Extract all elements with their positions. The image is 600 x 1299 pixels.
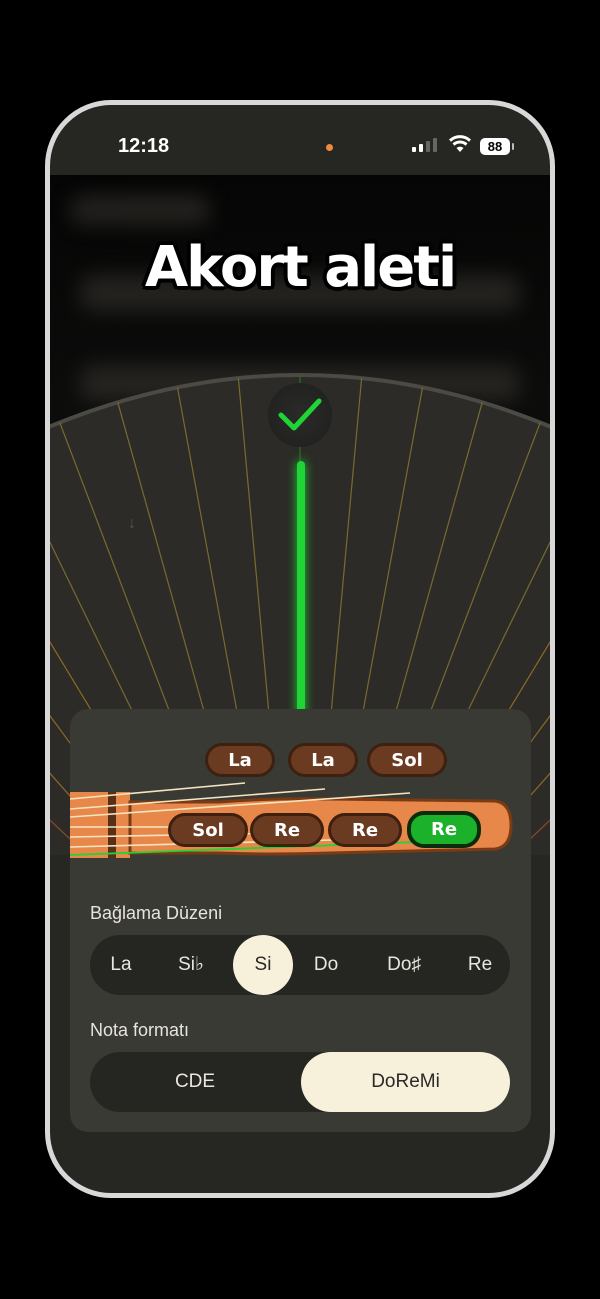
status-time: 12:18 — [118, 135, 170, 157]
cellular-signal-icon — [412, 138, 437, 152]
note-format-option-cde[interactable]: CDE — [90, 1052, 300, 1112]
arrow-down-icon: ↓ — [128, 515, 136, 532]
tuning-option-si-flat[interactable]: Si♭ — [160, 935, 222, 995]
peg-top-1[interactable]: La — [205, 743, 275, 777]
battery-indicator: 88 — [480, 138, 514, 155]
checkmark-icon — [278, 398, 322, 431]
peg-bottom-1[interactable]: Sol — [168, 813, 248, 847]
tuning-selector: La Si♭ Si Do Do♯ Re — [90, 935, 510, 995]
peg-top-2[interactable]: La — [288, 743, 358, 777]
tuner-needle — [297, 461, 305, 717]
tuning-label: Bağlama Düzeni — [90, 903, 223, 923]
tuning-option-la[interactable]: La — [90, 935, 152, 995]
in-tune-indicator — [268, 383, 332, 447]
page-title: Akort aleti — [144, 235, 457, 300]
phone-frame: 12:18 88 Akort aleti ↓ La La Sol Sol Re … — [45, 100, 555, 1198]
tuning-option-re[interactable]: Re — [450, 935, 510, 995]
settings-card: La La Sol Sol Re Re Re Bağlama Düzeni La… — [70, 709, 531, 1132]
peg-bottom-4-active[interactable]: Re — [407, 811, 481, 848]
tuning-option-do-sharp[interactable]: Do♯ — [370, 935, 438, 995]
note-format-selector: CDE DoReMi — [90, 1052, 510, 1112]
peg-bottom-2[interactable]: Re — [250, 813, 324, 847]
peg-top-3[interactable]: Sol — [367, 743, 447, 777]
tuning-option-do[interactable]: Do — [296, 935, 356, 995]
tuning-option-si[interactable]: Si — [233, 935, 293, 995]
note-format-label: Nota formatı — [90, 1020, 190, 1040]
wifi-icon — [449, 135, 471, 152]
note-format-option-doremi[interactable]: DoReMi — [301, 1052, 510, 1112]
peg-bottom-3[interactable]: Re — [328, 813, 402, 847]
privacy-indicator — [326, 144, 333, 151]
status-bar: 12:18 88 — [50, 105, 550, 185]
